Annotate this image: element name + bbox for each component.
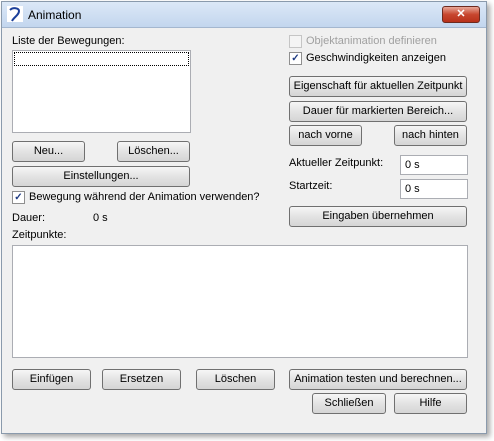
duration-selected-range-button[interactable]: Dauer für markierten Bereich...	[289, 101, 467, 122]
movements-listbox[interactable]	[12, 50, 191, 133]
move-forward-button[interactable]: nach vorne	[289, 125, 362, 146]
movements-focus-row	[14, 52, 189, 66]
apply-inputs-button[interactable]: Eingaben übernehmen	[289, 206, 467, 227]
duration-label: Dauer:	[12, 212, 46, 224]
current-time-label: Aktueller Zeitpunkt:	[289, 157, 384, 169]
movements-list-label: Liste der Bewegungen:	[12, 35, 125, 47]
title-bar[interactable]: Animation ✕	[2, 2, 486, 28]
current-time-field[interactable]: 0 s	[400, 155, 468, 175]
help-button[interactable]: Hilfe	[394, 393, 467, 414]
animation-dialog: Animation ✕ Liste der Bewegungen: Neu...…	[1, 1, 487, 434]
move-backward-button[interactable]: nach hinten	[394, 125, 467, 146]
app-logo-icon	[7, 6, 23, 22]
timepoints-label: Zeitpunkte:	[12, 229, 67, 241]
start-time-label: Startzeit:	[289, 180, 333, 192]
close-button[interactable]: Schließen	[312, 393, 386, 414]
new-movement-button[interactable]: Neu...	[12, 141, 85, 162]
delete-movement-button[interactable]: Löschen...	[117, 141, 190, 162]
delete-timepoint-button[interactable]: Löschen	[196, 369, 275, 390]
duration-value: 0 s	[93, 212, 108, 224]
define-object-animation-checkbox[interactable]	[289, 35, 302, 48]
timepoints-listbox[interactable]	[12, 245, 468, 358]
test-animation-button[interactable]: Animation testen und berechnen...	[289, 369, 467, 390]
start-time-field[interactable]: 0 s	[400, 179, 468, 199]
show-speeds-checkbox[interactable]: ✓	[289, 52, 302, 65]
use-movement-checkbox[interactable]: ✓	[12, 191, 25, 204]
close-window-button[interactable]: ✕	[442, 6, 480, 23]
window-title: Animation	[28, 8, 82, 22]
show-speeds-label: Geschwindigkeiten anzeigen	[306, 52, 447, 64]
settings-button[interactable]: Einstellungen...	[12, 166, 190, 187]
replace-button[interactable]: Ersetzen	[102, 369, 181, 390]
define-object-animation-label: Objektanimation definieren	[306, 35, 437, 47]
use-movement-label: Bewegung während der Animation verwenden…	[29, 191, 260, 203]
insert-button[interactable]: Einfügen	[12, 369, 91, 390]
property-current-time-button[interactable]: Eigenschaft für aktuellen Zeitpunkt	[289, 76, 467, 97]
